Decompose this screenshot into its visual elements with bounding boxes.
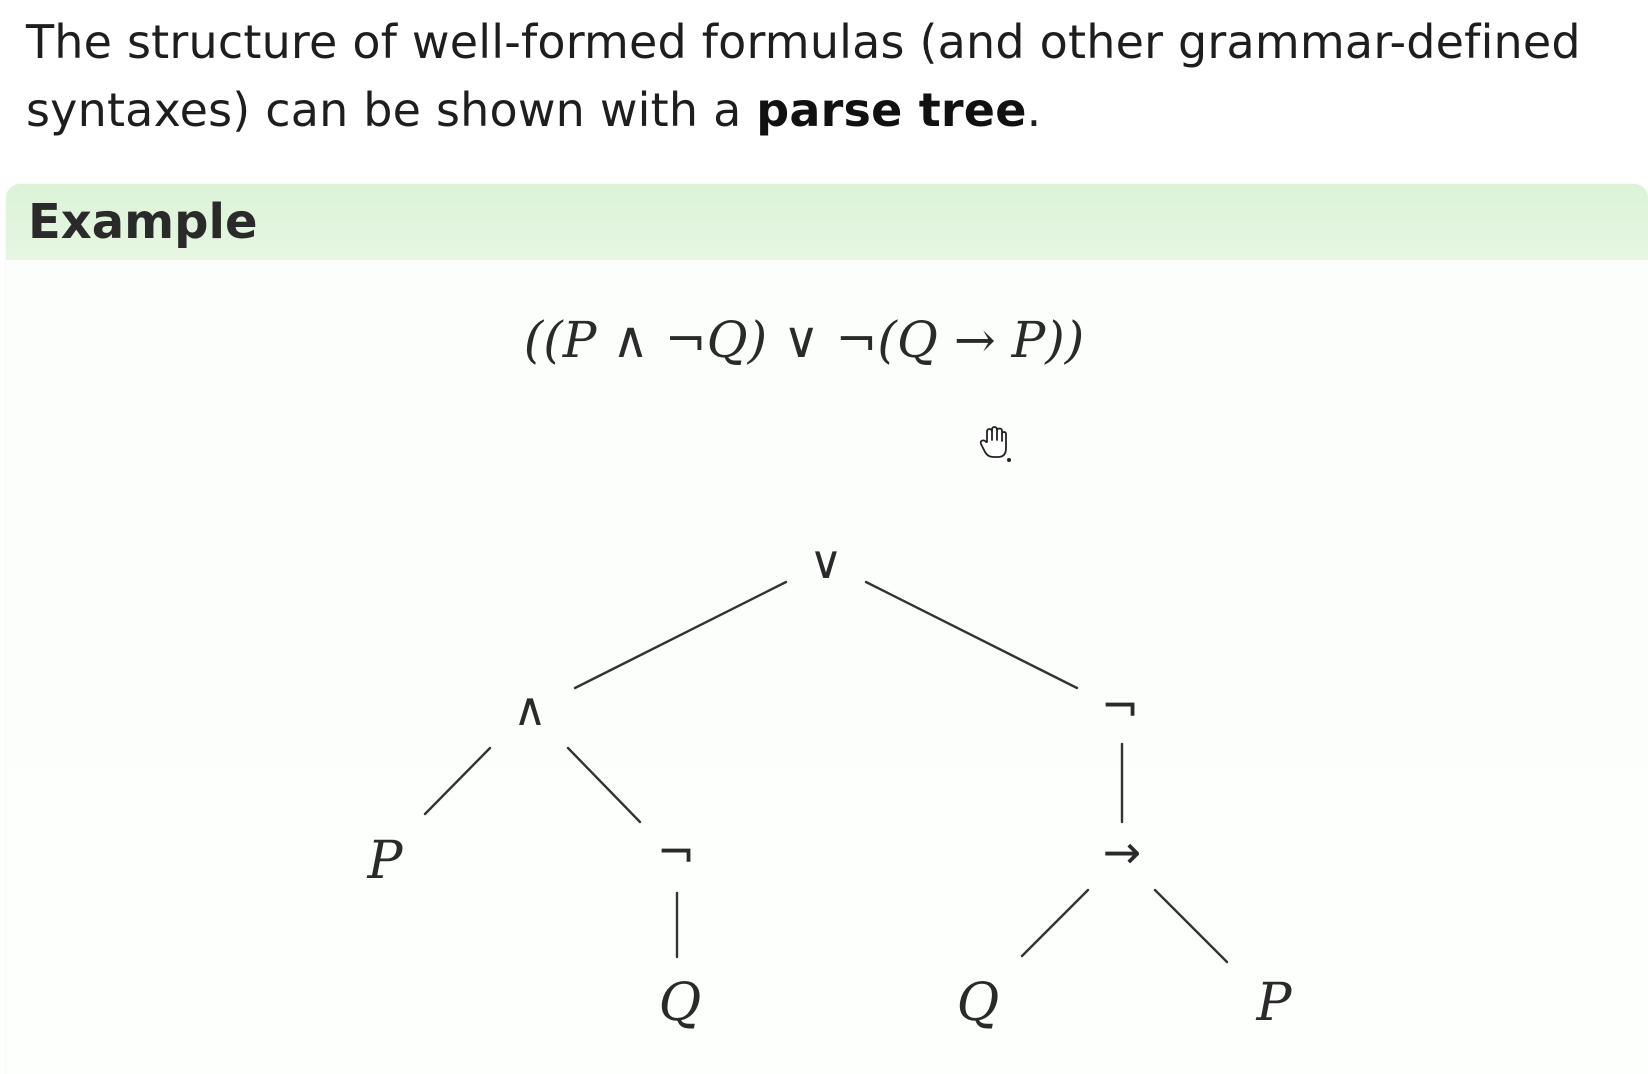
edge-and-p-left	[423, 746, 492, 816]
node-not-left: ¬	[657, 825, 696, 879]
edge-implies-q-right	[1020, 888, 1090, 958]
node-p-right: P	[1256, 973, 1293, 1033]
tree-nodes: ∨ ∧ ¬ P ¬ → Q Q P	[367, 535, 1293, 1033]
node-not-right: ¬	[1101, 679, 1140, 733]
edge-or-and	[573, 580, 788, 690]
node-q-right: Q	[957, 973, 1000, 1033]
node-p-left: P	[367, 831, 404, 891]
node-or: ∨	[809, 535, 843, 589]
edge-or-not-right	[864, 580, 1079, 690]
tree-edges	[423, 580, 1229, 964]
parse-tree: ∨ ∧ ¬ P ¬ → Q Q P	[367, 535, 1293, 1033]
edge-implies-p-right	[1153, 888, 1229, 964]
node-q-left: Q	[659, 973, 702, 1033]
node-implies: →	[1103, 825, 1142, 879]
edge-and-not-left	[566, 746, 642, 824]
node-and: ∧	[513, 682, 547, 736]
